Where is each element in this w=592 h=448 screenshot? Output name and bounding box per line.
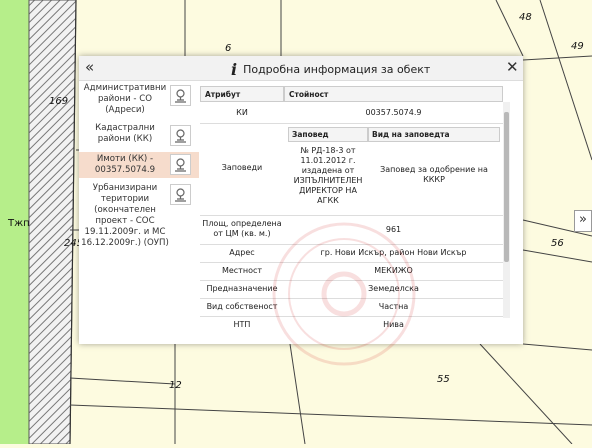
column-header-attribute: Атрибут [200, 86, 284, 102]
column-header-value: Стойност [284, 86, 503, 102]
row-attribute: Предназначение [206, 284, 278, 293]
collapse-icon[interactable]: « [85, 58, 94, 76]
road-label: Тжп [8, 218, 30, 229]
table-row: Адрес гр. Нови Искър, район Нови Искър [200, 244, 503, 263]
table-row: Предназначение Земеделска [200, 280, 503, 299]
row-value: гр. Нови Искър, район Нови Искър [320, 248, 467, 257]
table-row: Заповеди Заповед Вид на заповедта № РД-1… [200, 123, 503, 216]
parcel-label: 56 [551, 238, 564, 249]
attribute-table: Атрибут Стойност КИ 00357.5074.9 Заповед… [200, 86, 510, 333]
row-attribute: Местност [221, 266, 263, 275]
orders-subtable: Заповед Вид на заповедта № РД-18-3 от 11… [288, 127, 500, 211]
table-row: КИ 00357.5074.9 [200, 102, 503, 124]
layer-item-admin-districts[interactable]: Административни райони - СО (Адреси) [79, 81, 199, 121]
layer-item-cadastral-districts[interactable]: Кадастрални райони (КК) [79, 121, 199, 151]
table-row: НТП Нива [200, 316, 503, 333]
layer-list: Административни райони - СО (Адреси) Кад… [79, 81, 199, 344]
scrollbar-thumb[interactable] [504, 112, 509, 262]
row-value: 961 [385, 225, 402, 234]
locate-icon[interactable] [170, 154, 191, 175]
parcel-label: 48 [519, 12, 532, 23]
order-number: № РД-18-3 от 11.01.2012 г. издадена от И… [293, 146, 363, 205]
locate-icon[interactable] [170, 184, 191, 205]
row-value: Частна [378, 302, 409, 311]
table-row: Площ, определена от ЦМ (кв. м.) 961 [200, 215, 503, 245]
column-header-order: Заповед [288, 127, 368, 142]
row-value: Нива [383, 320, 404, 329]
column-header-order-type: Вид на заповедта [368, 127, 500, 142]
close-icon[interactable]: ✕ [506, 58, 519, 76]
table-row: Местност МЕКИЖО [200, 262, 503, 281]
row-attribute: Адрес [229, 248, 255, 257]
table-row: Вид собственост Частна [200, 298, 503, 317]
table-scrollbar[interactable] [503, 102, 510, 318]
row-value: Земеделска [368, 284, 419, 293]
order-type: Заповед за одобрение на КККР [380, 165, 488, 184]
row-attribute: Площ, определена от ЦМ (кв. м.) [202, 219, 282, 238]
row-attribute: Заповеди [221, 163, 263, 172]
layer-item-label: Административни райони - СО (Адреси) [83, 83, 167, 115]
layer-item-property-selected[interactable]: Имоти (КК) - 00357.5074.9 [79, 152, 199, 178]
row-attribute: КИ [236, 108, 248, 117]
info-icon: i [231, 59, 238, 79]
locate-icon[interactable] [170, 125, 191, 146]
layer-item-label: Кадастрални райони (КК) [95, 123, 155, 144]
row-attribute: Вид собственост [206, 302, 278, 311]
object-info-dialog: « i Подробна информация за обект ✕ Админ… [79, 56, 523, 366]
layer-item-urban-territories[interactable]: Урбанизирани територии (окончателен прое… [79, 181, 199, 265]
row-value: МЕКИЖО [374, 266, 413, 275]
row-attribute: НТП [233, 320, 251, 329]
layer-item-label: Урбанизирани територии (окончателен прое… [81, 183, 169, 248]
hatched-road [28, 0, 77, 445]
parcel-label: 6 [225, 43, 232, 54]
parcel-label: 55 [437, 374, 450, 385]
row-value: 00357.5074.9 [365, 108, 422, 117]
parcel-label: 12 [169, 380, 182, 391]
dialog-title: Подробна информация за обект [243, 62, 431, 76]
layer-item-label: Имоти (КК) - 00357.5074.9 [94, 154, 156, 175]
expand-panel-button[interactable]: » [574, 210, 592, 232]
parcel-label: 169 [49, 96, 69, 107]
parcel-label: 49 [571, 41, 584, 52]
dialog-header: « i Подробна информация за обект ✕ [79, 56, 523, 81]
locate-icon[interactable] [170, 85, 191, 106]
